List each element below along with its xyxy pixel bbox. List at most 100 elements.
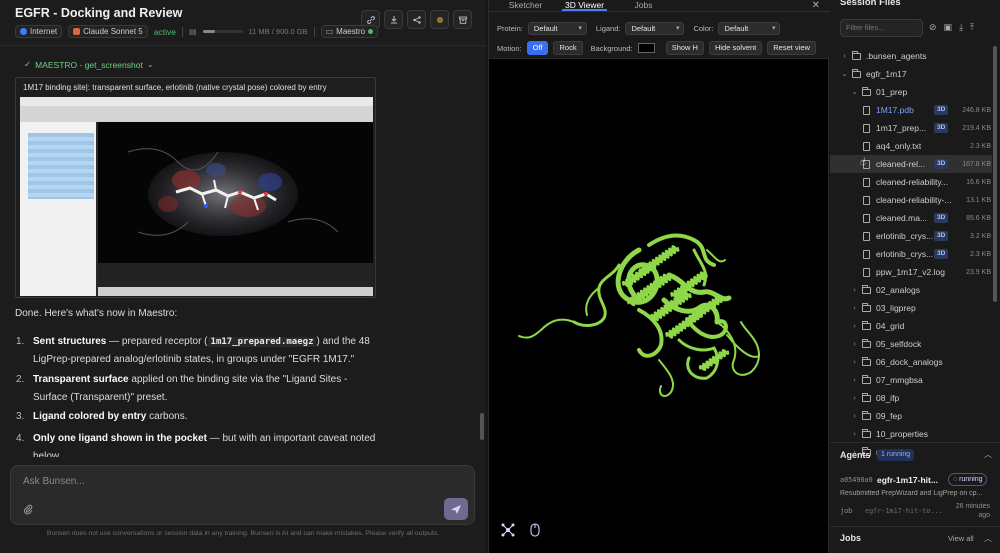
download-icon[interactable]: [384, 10, 403, 29]
molecule-icon[interactable]: [501, 523, 515, 540]
chevron-right-icon[interactable]: ›: [850, 377, 859, 384]
chevron-right-icon[interactable]: ›: [850, 431, 859, 438]
list-item: 4. Only one ligand shown in the pocket —…: [16, 430, 376, 457]
folder-row[interactable]: › 04_grid: [830, 317, 992, 335]
folder-icon: [862, 86, 871, 96]
folder-row[interactable]: › 09_fep: [830, 407, 992, 425]
upload-icon[interactable]: ⤒: [970, 22, 974, 33]
file-name: erlotinib_crys...: [876, 231, 934, 241]
chevron-right-icon[interactable]: ›: [850, 341, 859, 348]
3d-badge[interactable]: 3D: [934, 213, 949, 223]
download-icon[interactable]: ⤓: [959, 22, 963, 33]
maestro-badge[interactable]: ▭ Maestro: [320, 25, 379, 38]
chevron-up-icon[interactable]: ︿: [984, 449, 992, 460]
folder-row[interactable]: ⌄ 01_prep: [830, 83, 992, 101]
file-icon: [863, 231, 870, 241]
show-h-button[interactable]: Show H: [665, 41, 704, 55]
file-row[interactable]: cleaned-reliability-... 13.1 KB: [830, 191, 992, 209]
tab-jobs[interactable]: Jobs: [621, 0, 666, 11]
3d-badge[interactable]: 3D: [934, 159, 949, 169]
file-icon: [863, 123, 870, 133]
maestro-workspace: [98, 122, 373, 263]
motion-off-button[interactable]: Off: [526, 41, 549, 55]
folder-row[interactable]: › 10_properties: [830, 425, 992, 443]
agent-name[interactable]: egfr-1m17-hit...: [877, 475, 938, 485]
file-row[interactable]: erlotinib_crys... 3D 2.3 KB: [830, 245, 992, 263]
background-color-swatch[interactable]: [637, 43, 655, 53]
archive-icon[interactable]: [453, 10, 472, 29]
send-button[interactable]: [444, 498, 468, 520]
file-row[interactable]: cleaned-reliability... 16.6 KB: [830, 173, 992, 191]
tab-3d-viewer[interactable]: 3D Viewer: [562, 0, 607, 11]
reset-view-button[interactable]: Reset view: [767, 41, 816, 55]
chevron-right-icon[interactable]: ›: [850, 413, 859, 420]
chevron-right-icon[interactable]: ›: [850, 305, 859, 312]
ligand-label: Ligand:: [595, 24, 621, 33]
chevron-right-icon[interactable]: ›: [840, 53, 849, 60]
folder-row[interactable]: › 08_ifp: [830, 389, 992, 407]
hide-solvent-button[interactable]: Hide solvent: [708, 41, 763, 55]
3d-badge[interactable]: 3D: [934, 123, 949, 133]
chevron-right-icon[interactable]: ›: [850, 359, 859, 366]
folder-row[interactable]: › 05_selfdock: [830, 335, 992, 353]
chevron-right-icon[interactable]: ›: [850, 323, 859, 330]
folder-icon: [862, 410, 871, 420]
composer-placeholder[interactable]: Ask Bunsen...: [23, 476, 85, 487]
3d-badge[interactable]: 3D: [934, 105, 949, 115]
internet-badge[interactable]: Internet: [15, 25, 63, 38]
close-icon[interactable]: ✕: [812, 0, 820, 11]
file-tree-scrollbar[interactable]: [993, 46, 997, 302]
attach-icon[interactable]: [23, 503, 33, 518]
view-all-link[interactable]: View all: [948, 534, 974, 543]
storage-icon: ▤: [188, 27, 197, 36]
filter-files-input[interactable]: Filter files...: [840, 19, 923, 37]
file-name: 1m17_prep...: [876, 123, 927, 133]
chat-scrollbar[interactable]: [480, 413, 484, 440]
chevron-down-icon[interactable]: ⌄: [840, 70, 849, 78]
files-panel: Session Files Filter files... ⊘ ▣ ⤓ ⤒ ›.…: [830, 0, 1000, 553]
folder-row[interactable]: ⌄ egfr_1m17: [830, 65, 992, 83]
chevron-down-icon[interactable]: ⌄: [850, 88, 859, 96]
3d-badge[interactable]: 3D: [934, 249, 949, 259]
mouse-icon[interactable]: [530, 523, 540, 540]
file-row[interactable]: 1m17_prep... 3D 219.4 KB: [830, 119, 992, 137]
hide-icon[interactable]: ⊘: [929, 22, 937, 33]
session-meta: Internet Claude Sonnet 5 active ▤ 11 MB …: [15, 25, 379, 38]
folder-icon: [862, 374, 871, 384]
3d-badge[interactable]: 3D: [934, 231, 949, 241]
color-scheme-select[interactable]: Default: [718, 22, 781, 35]
connected-dot-icon: [368, 29, 374, 34]
folder-row[interactable]: › 06_dock_analogs: [830, 353, 992, 371]
tab-sketcher[interactable]: Sketcher: [503, 0, 548, 11]
share-icon[interactable]: [407, 10, 426, 29]
file-row[interactable]: cleaned.ma... 3D 85.6 KB: [830, 209, 992, 227]
chevron-up-icon[interactable]: ︿: [984, 533, 992, 544]
file-size: 23.9 KB: [966, 268, 991, 276]
folder-row[interactable]: › .bunsen_agents: [830, 47, 992, 65]
chevron-right-icon[interactable]: ›: [850, 395, 859, 402]
ligand-style-select[interactable]: Default: [625, 22, 685, 35]
protein-style-select[interactable]: Default: [527, 22, 587, 35]
agents-section: Agents 1 running ︿ a05490a0 egfr-1m17-hi…: [830, 442, 1000, 522]
inline-code: 1m17_prepared.maegz: [207, 337, 317, 347]
archive-icon[interactable]: ▣: [944, 22, 953, 33]
file-row[interactable]: ppw_1m17_v2.log 23.9 KB: [830, 263, 992, 281]
file-row[interactable]: cleaned-rel... 3D 167.8 KB ☝: [830, 155, 992, 173]
file-row[interactable]: aq4_only.txt 2.3 KB: [830, 137, 992, 155]
protein-cartoon-render[interactable]: [489, 60, 830, 520]
theme-sun-icon[interactable]: [430, 10, 449, 29]
folder-row[interactable]: › 02_analogs: [830, 281, 992, 299]
chevron-right-icon[interactable]: ›: [850, 287, 859, 294]
file-row[interactable]: 1M17.pdb 3D 246.8 KB: [830, 101, 992, 119]
folder-row[interactable]: › 03_ligprep: [830, 299, 992, 317]
model-badge[interactable]: Claude Sonnet 5: [68, 25, 148, 38]
motion-rock-button[interactable]: Rock: [553, 41, 583, 55]
message-composer[interactable]: Ask Bunsen...: [10, 465, 475, 525]
file-actions: ⊘ ▣ ⤓ ⤒: [929, 22, 974, 33]
folder-row[interactable]: › 07_mmgbsa: [830, 371, 992, 389]
folder-icon: [862, 428, 871, 438]
list-text-part: carbons.: [146, 411, 188, 422]
file-row[interactable]: erlotinib_crys... 3D 3.2 KB: [830, 227, 992, 245]
maestro-screenshot-image[interactable]: [20, 97, 373, 296]
tool-call-header[interactable]: ✓ MAESTRO - get_screenshot ⌄: [24, 59, 154, 70]
